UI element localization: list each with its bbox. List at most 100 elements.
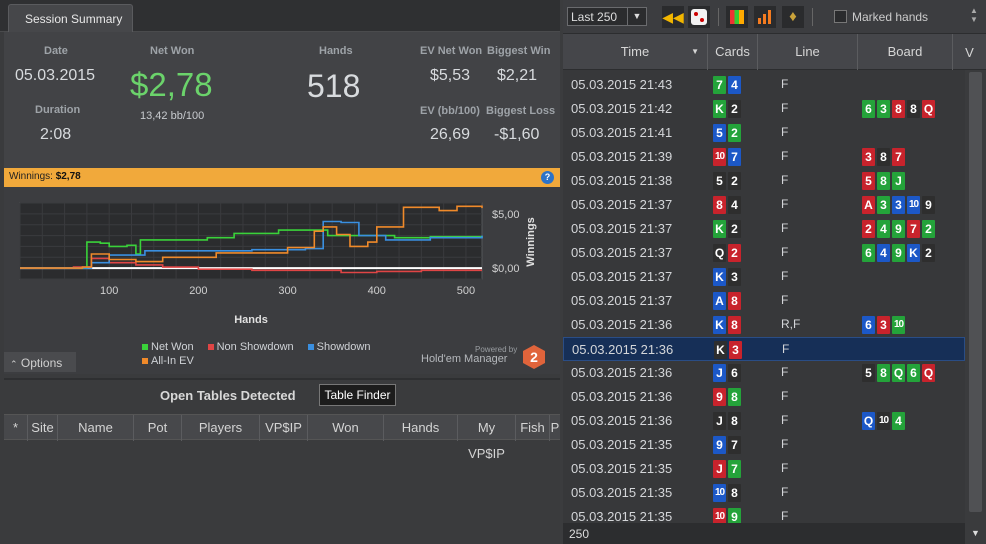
playing-card: 8 xyxy=(892,100,905,118)
hand-time: 05.03.2015 21:35 xyxy=(571,437,673,452)
col-site[interactable]: Site xyxy=(28,415,58,441)
col-fish[interactable]: Fish xyxy=(516,415,550,441)
toolbar-scroll-icon[interactable]: ▲ ▼ xyxy=(970,6,980,28)
playing-card: 7 xyxy=(728,460,741,478)
playing-card: 6 xyxy=(728,364,741,382)
rewind-icon[interactable]: ◀◀ xyxy=(662,6,684,28)
col-players[interactable]: Players xyxy=(182,415,260,441)
playing-card: 10 xyxy=(713,148,726,166)
hand-time: 05.03.2015 21:36 xyxy=(571,389,673,404)
playing-card: 3 xyxy=(877,316,890,334)
hand-time: 05.03.2015 21:35 xyxy=(571,485,673,500)
y-tick-label: $0,00 xyxy=(492,263,520,275)
hand-row[interactable]: 05.03.2015 21:36 J 6 F 5 8 Q 6 Q xyxy=(563,361,965,385)
hand-row[interactable]: 05.03.2015 21:36 K 3 F xyxy=(563,337,965,361)
col-hands[interactable]: Hands xyxy=(384,415,458,441)
playing-card: K xyxy=(713,220,726,238)
col-line[interactable]: Line xyxy=(758,34,858,70)
hand-row[interactable]: 05.03.2015 21:35 9 7 F xyxy=(563,433,965,457)
col-p[interactable]: P xyxy=(550,415,560,441)
hand-row[interactable]: 05.03.2015 21:43 7 4 F xyxy=(563,73,965,97)
hand-row[interactable]: 05.03.2015 21:38 5 2 F 5 8 J xyxy=(563,169,965,193)
help-icon[interactable]: ? xyxy=(541,171,554,184)
scroll-down-icon[interactable]: ▼ xyxy=(971,528,980,538)
hand-list[interactable]: 05.03.2015 21:43 7 4 F 05.03.2015 21:42 K 2 F 6 3… xyxy=(563,73,965,523)
playing-card: 8 xyxy=(728,316,741,334)
hand-row[interactable]: 05.03.2015 21:37 A 8 F xyxy=(563,289,965,313)
playing-card: 9 xyxy=(892,220,905,238)
playing-card: 2 xyxy=(728,124,741,142)
hand-time: 05.03.2015 21:35 xyxy=(571,509,673,523)
board-cards: 649K2 xyxy=(862,244,935,262)
dice-icon[interactable] xyxy=(688,6,710,28)
hand-row[interactable]: 05.03.2015 21:35 J 7 F xyxy=(563,457,965,481)
hand-time: 05.03.2015 21:36 xyxy=(571,413,673,428)
col-board[interactable]: Board xyxy=(858,34,953,70)
hand-line: F xyxy=(781,221,789,235)
col-name[interactable]: Name xyxy=(58,415,134,441)
playing-card: 8 xyxy=(713,196,726,214)
hand-time: 05.03.2015 21:36 xyxy=(572,342,674,357)
options-label: Options xyxy=(20,356,63,370)
hand-row[interactable]: 05.03.2015 21:37 K 2 F 2 4 9 7 2 xyxy=(563,217,965,241)
marked-hands-checkbox[interactable] xyxy=(834,10,847,23)
hand-filter-value: Last 250 xyxy=(571,10,618,24)
grid-icon[interactable] xyxy=(726,6,748,28)
scroll-thumb[interactable] xyxy=(969,72,982,512)
hand-row[interactable]: 05.03.2015 21:36 K 8 R,F 6 3 10 xyxy=(563,313,965,337)
hand-row[interactable]: 05.03.2015 21:36 9 8 F xyxy=(563,385,965,409)
playing-card: 8 xyxy=(877,172,890,190)
hand-line: F xyxy=(781,509,789,523)
col-won[interactable]: Won xyxy=(308,415,384,441)
bb100-value: 13,42 bb/100 xyxy=(140,110,205,122)
playing-card: 5 xyxy=(713,172,726,190)
vertical-scrollbar[interactable]: ▼ xyxy=(965,70,986,544)
hand-row[interactable]: 05.03.2015 21:41 5 2 F xyxy=(563,121,965,145)
hole-cards: A8 xyxy=(713,292,741,310)
col-time[interactable]: Time ▼ xyxy=(563,34,708,70)
playing-card: 2 xyxy=(922,244,935,262)
trophy-icon[interactable]: ♦ xyxy=(782,6,804,28)
playing-card: 3 xyxy=(877,100,890,118)
col-extra[interactable]: V xyxy=(953,34,986,70)
col-star[interactable]: * xyxy=(4,415,28,441)
hand-row[interactable]: 05.03.2015 21:39 10 7 F 3 8 7 xyxy=(563,145,965,169)
table-finder-button[interactable]: Table Finder xyxy=(319,384,396,406)
hand-row[interactable]: 05.03.2015 21:37 8 4 F A 3 3 10 9 xyxy=(563,193,965,217)
playing-card: 8 xyxy=(877,364,890,382)
hand-row[interactable]: 05.03.2015 21:36 J 8 F Q 10 4 xyxy=(563,409,965,433)
hand-row[interactable]: 05.03.2015 21:37 Q 2 F 6 4 9 K 2 xyxy=(563,241,965,265)
board-cards: Q 10 4 xyxy=(862,412,905,430)
col-vpip[interactable]: VP$IP xyxy=(260,415,308,441)
hand-row[interactable]: 05.03.2015 21:37 K 3 F xyxy=(563,265,965,289)
duration-label: Duration xyxy=(35,104,81,116)
col-pot[interactable]: Pot xyxy=(134,415,182,441)
col-cards[interactable]: Cards xyxy=(708,34,758,70)
hand-row[interactable]: 05.03.2015 21:42 K 2 F 6 3 8 8 Q xyxy=(563,97,965,121)
open-tables-title: Open Tables Detected xyxy=(160,388,296,403)
hand-row[interactable]: 05.03.2015 21:35 10 8 F xyxy=(563,481,965,505)
chevron-down-icon[interactable]: ▼ xyxy=(627,8,646,25)
biggest-win-label: Biggest Win xyxy=(487,45,551,57)
ev-bb100-label: EV (bb/100) xyxy=(420,105,480,117)
sort-desc-icon: ▼ xyxy=(691,47,699,56)
hand-time: 05.03.2015 21:42 xyxy=(571,101,673,116)
tab-session-summary[interactable]: Session Summary xyxy=(8,4,133,32)
options-button[interactable]: ⌃ Options xyxy=(4,352,76,372)
playing-card: J xyxy=(713,364,726,382)
hand-time: 05.03.2015 21:37 xyxy=(571,293,673,308)
hand-filter-select[interactable]: Last 250 ▼ xyxy=(567,7,647,26)
playing-card: Q xyxy=(922,100,935,118)
hand-line: F xyxy=(781,101,789,115)
toolbar-divider xyxy=(718,8,719,26)
playing-card: 4 xyxy=(877,220,890,238)
playing-card: K xyxy=(713,268,726,286)
hole-cards: 52 xyxy=(713,172,741,190)
playing-card: 9 xyxy=(728,508,741,523)
bar-chart-icon[interactable] xyxy=(754,6,776,28)
hand-row[interactable]: 05.03.2015 21:35 10 9 F xyxy=(563,505,965,523)
biggest-loss-label: Biggest Loss xyxy=(486,105,556,117)
hands-value: 518 xyxy=(307,68,361,104)
col-my-vpip[interactable]: My VP$IP xyxy=(458,415,516,461)
hand-time: 05.03.2015 21:39 xyxy=(571,149,673,164)
